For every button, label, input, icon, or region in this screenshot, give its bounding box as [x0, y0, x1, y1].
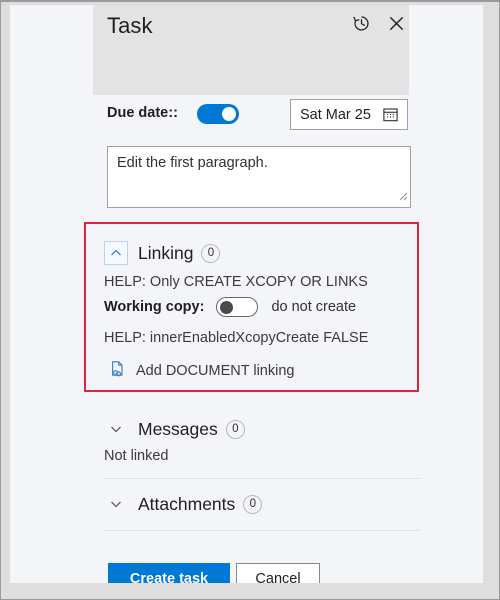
task-panel: Task Due date:: Sat Mar 25 Edit the firs… — [10, 5, 483, 583]
window-frame: Task Due date:: Sat Mar 25 Edit the firs… — [0, 0, 500, 600]
document-link-icon — [109, 360, 127, 383]
toggle-knob — [220, 301, 234, 314]
cancel-button[interactable]: Cancel — [236, 563, 320, 583]
due-date-field[interactable]: Sat Mar 25 — [290, 99, 408, 130]
chevron-down-icon[interactable] — [104, 492, 128, 516]
chevron-up-icon[interactable] — [104, 241, 128, 265]
description-value: Edit the first paragraph. — [117, 155, 268, 171]
section-count-attachments: 0 — [243, 494, 263, 514]
section-title-linking: Linking — [138, 242, 194, 263]
section-header-linking[interactable]: Linking 0 — [104, 239, 221, 267]
divider — [104, 530, 420, 531]
section-title-attachments: Attachments — [138, 493, 236, 514]
due-date-label: Due date:: — [107, 105, 178, 121]
create-task-button[interactable]: Create task — [108, 563, 230, 583]
toggle-knob — [222, 107, 236, 121]
description-textarea[interactable]: Edit the first paragraph. — [107, 146, 411, 208]
working-copy-toggle[interactable] — [216, 297, 259, 317]
section-title-messages: Messages — [138, 418, 218, 439]
resize-grip-icon[interactable] — [397, 188, 408, 206]
linking-help-bottom: HELP: innerEnabledXcopyCreate FALSE — [104, 330, 369, 346]
divider — [104, 478, 420, 479]
working-copy-label: Working copy: — [104, 299, 205, 315]
panel-header: Task — [93, 5, 409, 95]
close-icon[interactable] — [382, 9, 410, 37]
due-date-value: Sat Mar 25 — [300, 106, 371, 123]
linking-help-top: HELP: Only CREATE XCOPY OR LINKS — [104, 274, 368, 290]
due-date-toggle[interactable] — [197, 104, 239, 124]
messages-status: Not linked — [104, 448, 169, 464]
section-count-messages: 0 — [225, 419, 245, 439]
page-title: Task — [107, 13, 153, 38]
add-document-linking-button[interactable]: Add DOCUMENT linking — [109, 359, 294, 383]
section-header-messages[interactable]: Messages 0 — [104, 415, 245, 443]
calendar-icon[interactable] — [382, 106, 399, 128]
chevron-down-icon[interactable] — [104, 417, 128, 441]
working-copy-state: do not create — [271, 299, 357, 315]
section-count-linking: 0 — [201, 243, 221, 263]
working-copy-row: Working copy: do not create — [104, 295, 356, 319]
add-document-linking-label: Add DOCUMENT linking — [136, 363, 295, 379]
history-clock-icon[interactable] — [347, 9, 375, 37]
due-date-row: Due date:: Sat Mar 25 — [93, 97, 409, 133]
section-header-attachments[interactable]: Attachments 0 — [104, 490, 263, 518]
